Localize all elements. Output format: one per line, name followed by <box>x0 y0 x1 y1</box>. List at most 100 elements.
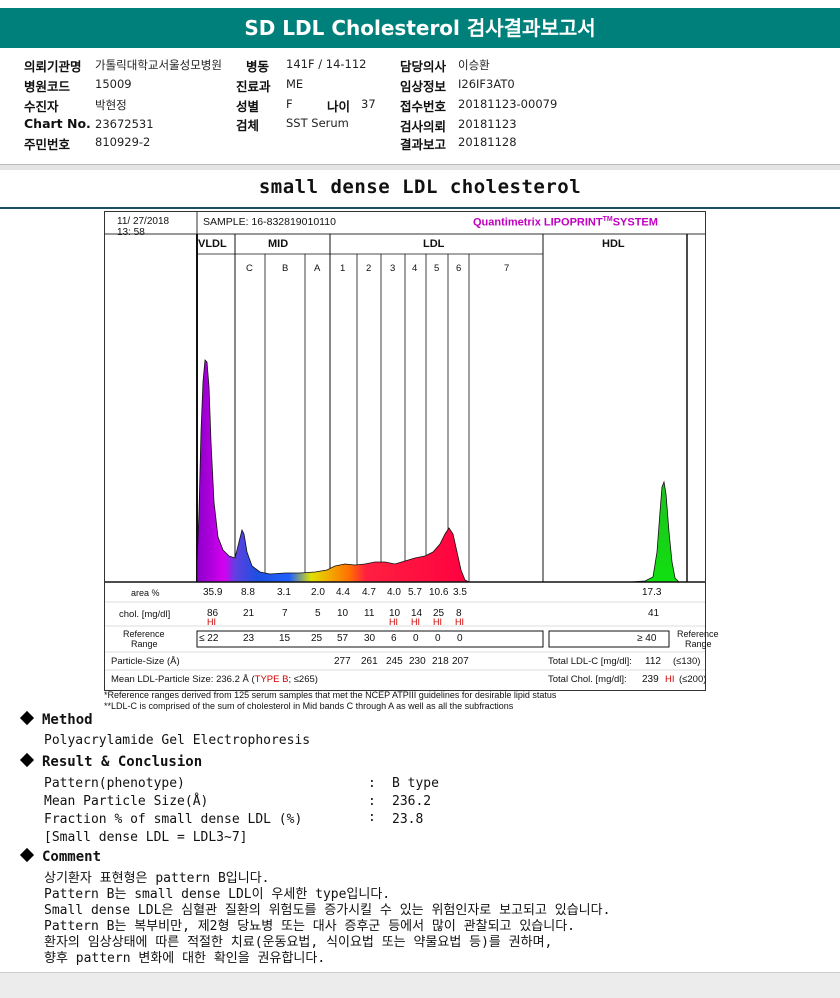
band-ldl1: 1 <box>340 263 346 274</box>
hospital-code-value: 15009 <box>95 77 132 91</box>
age-value: 37 <box>361 97 376 111</box>
particle-ldl3: 245 <box>386 656 403 667</box>
lipoprint-report: 11/ 27/2018 13: 58 SAMPLE: 16-8328190101… <box>104 211 719 691</box>
total-chol-value: 239 <box>642 674 659 685</box>
ref-label-right-1: Reference <box>677 629 719 639</box>
total-chol-label: Total Chol. [mg/dl]: <box>548 674 627 685</box>
ref-label-right-2: Range <box>685 639 712 649</box>
area-vldl: 35.9 <box>203 587 223 598</box>
result-note: [Small dense LDL = LDL3~7] <box>44 830 248 845</box>
chol-vldl-flag: HI <box>207 617 216 627</box>
ref-ldl6: 0 <box>457 633 463 644</box>
ref-label-left-2: Range <box>131 639 158 649</box>
result-colon-1: : <box>368 776 376 791</box>
ref-c: 23 <box>243 633 255 644</box>
ward-label: 병동 <box>246 59 270 74</box>
area-ldl6: 3.5 <box>453 587 467 598</box>
area-ldl4: 5.7 <box>408 587 422 598</box>
ref-ldl4: 0 <box>413 633 419 644</box>
total-ldl-label: Total LDL-C [mg/dl]: <box>548 656 632 667</box>
result-value-pattern: B type <box>392 776 439 791</box>
comment-heading: Comment <box>19 847 101 865</box>
total-chol-ref: (≤200) <box>679 674 707 685</box>
chol-hdl: 41 <box>648 608 660 619</box>
ref-ldl2: 30 <box>364 633 376 644</box>
area-hdl: 17.3 <box>642 587 662 598</box>
chol-ldl6-flag: HI <box>455 617 464 627</box>
total-ldl-value: 112 <box>645 656 661 667</box>
patient-value: 박현정 <box>95 98 127 112</box>
section-title: small dense LDL cholesterol <box>258 176 582 198</box>
total-chol-flag: HI <box>665 674 675 685</box>
band-ldl5: 5 <box>434 263 440 274</box>
chol-ldl2: 11 <box>364 608 375 619</box>
sex-value: F <box>286 97 293 111</box>
chart-label: Chart No. <box>24 116 91 131</box>
chol-c: 21 <box>243 608 255 619</box>
diamond-bullet-icon <box>19 710 35 726</box>
group-mid: MID <box>268 238 289 250</box>
area-ldl1: 4.4 <box>336 587 350 598</box>
specimen-label: 검체 <box>236 118 260 133</box>
method-text: Polyacrylamide Gel Electrophoresis <box>44 733 311 748</box>
ref-label-left-1: Reference <box>123 629 165 639</box>
result-colon-3: : <box>368 810 376 825</box>
band-ldl3: 3 <box>390 263 396 274</box>
receipt-label: 접수번호 <box>400 99 447 114</box>
footnote-ldl: **LDL-C is comprised of the sum of chole… <box>104 701 514 711</box>
group-ldl: LDL <box>423 238 445 250</box>
sex-label: 성별 <box>236 99 260 114</box>
print-time: 13: 58 <box>117 227 145 238</box>
age-label: 나이 <box>327 99 351 114</box>
electrophoresis-graph <box>105 212 705 671</box>
band-c: C <box>246 263 253 274</box>
receipt-value: 20181123-00079 <box>458 97 558 111</box>
area-ldl2: 4.7 <box>362 587 376 598</box>
mean-size-line: Mean LDL-Particle Size: 236.2 Å (TYPE B;… <box>111 674 318 685</box>
particle-ldl4: 230 <box>409 656 426 667</box>
ref-vldl: ≤ 22 <box>199 633 219 644</box>
title-underline <box>0 207 840 209</box>
chart-value: 23672531 <box>95 117 154 131</box>
patient-label: 수진자 <box>24 99 59 114</box>
footnote-reference: *Reference ranges derived from 125 serum… <box>104 690 557 700</box>
particle-ldl1: 277 <box>334 656 351 667</box>
chol-label: chol. [mg/dl] <box>119 609 171 620</box>
report-title: SD LDL Cholesterol 검사결과보고서 <box>0 8 840 48</box>
particle-ldl6: 207 <box>452 656 469 667</box>
ward-value: 141F / 14-112 <box>286 57 367 71</box>
group-hdl: HDL <box>602 238 625 250</box>
group-vldl: VLDL <box>198 238 227 250</box>
diamond-bullet-icon <box>19 752 35 768</box>
doctor-label: 담당의사 <box>400 59 447 74</box>
brand-logo: Quantimetrix LIPOPRINTTMSYSTEM <box>473 216 658 229</box>
footnotes: *Reference ranges derived from 125 serum… <box>104 690 556 712</box>
header-divider <box>0 164 840 170</box>
chol-ldl3-flag: HI <box>389 617 398 627</box>
request-date-value: 20181123 <box>458 117 517 131</box>
result-label-pattern: Pattern(phenotype) <box>44 776 185 791</box>
method-heading: Method <box>19 710 93 728</box>
print-date: 11/ 27/2018 <box>117 216 170 227</box>
ref-hdl: ≥ 40 <box>637 633 657 644</box>
id-value: 810929-2 <box>95 135 151 149</box>
doctor-value: 이승환 <box>458 58 490 72</box>
particle-ldl2: 261 <box>361 656 378 667</box>
ref-ldl5: 0 <box>435 633 441 644</box>
diamond-bullet-icon <box>19 847 35 863</box>
area-ldl5: 10.6 <box>429 587 449 598</box>
report-header: 의뢰기관명 가톨릭대학교서울성모병원 병동 141F / 14-112 담당의사… <box>0 52 840 164</box>
area-b: 3.1 <box>277 587 291 598</box>
result-colon-2: : <box>368 794 376 809</box>
band-a: A <box>314 263 321 274</box>
dept-label: 진료과 <box>236 79 271 94</box>
chol-ldl1: 10 <box>337 608 349 619</box>
band-ldl6: 6 <box>456 263 462 274</box>
area-label: area % <box>131 588 160 598</box>
chol-a: 5 <box>315 608 321 619</box>
area-c: 8.8 <box>241 587 255 598</box>
ref-ldl3: 6 <box>391 633 397 644</box>
clinical-info-value: I26IF3AT0 <box>458 77 515 91</box>
result-heading: Result & Conclusion <box>19 752 202 770</box>
ref-a: 25 <box>311 633 323 644</box>
